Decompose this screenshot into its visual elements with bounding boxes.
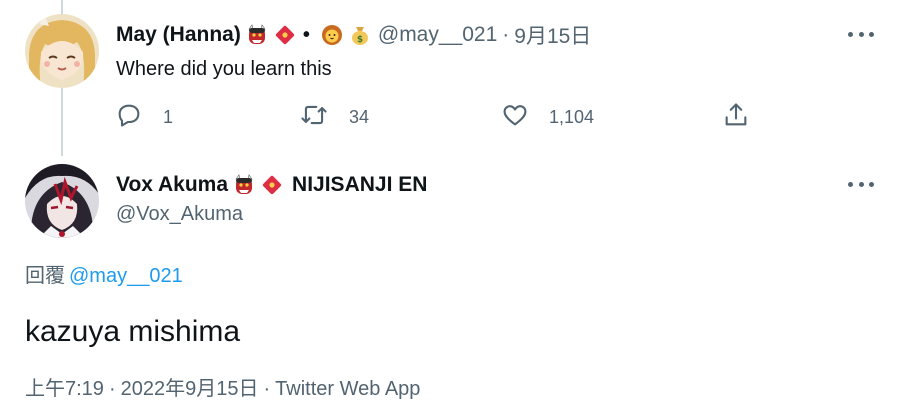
reply-tweet-header: May (Hanna) • $ @may__021 · 9月15日: [116, 20, 591, 50]
replying-to: 回覆 @may__021: [25, 262, 183, 290]
name-bullet: •: [302, 23, 310, 46]
lion-icon: [320, 23, 344, 47]
reply-count: 1: [163, 106, 174, 127]
red-envelope-icon: [273, 23, 297, 47]
more-options-icon[interactable]: [848, 179, 874, 189]
like-button[interactable]: 1,104: [501, 100, 594, 134]
avatar[interactable]: [25, 14, 99, 88]
tweet-time[interactable]: 上午7:19: [25, 378, 104, 400]
share-icon: [722, 101, 750, 134]
share-button[interactable]: [722, 100, 750, 134]
avatar[interactable]: [25, 164, 99, 238]
retweet-button[interactable]: 34: [299, 100, 369, 134]
tweet-date[interactable]: 2022年9月15日: [121, 378, 259, 400]
meta-separator: ·: [263, 378, 271, 400]
tweet-date[interactable]: 9月15日: [514, 20, 591, 50]
reply-button[interactable]: 1: [115, 100, 173, 134]
money-bag-icon: $: [348, 23, 372, 47]
replying-to-mention[interactable]: @may__021: [69, 265, 183, 287]
tweet-source[interactable]: Twitter Web App: [275, 378, 420, 400]
author-name[interactable]: Vox Akuma: [116, 173, 228, 197]
author-handle[interactable]: @Vox_Akuma: [116, 200, 243, 228]
author-org: NIJISANJI EN: [292, 173, 428, 196]
more-options-icon[interactable]: [848, 29, 874, 39]
main-tweet-header: Vox Akuma NIJISANJI EN: [116, 170, 427, 200]
heart-icon: [501, 101, 529, 134]
retweet-icon: [299, 101, 329, 134]
main-tweet-text: kazuya mishima: [25, 315, 241, 348]
like-count: 1,104: [549, 106, 595, 127]
tweet-metadata: 上午7:19 · 2022年9月15日 · Twitter Web App: [25, 375, 420, 403]
meta-separator: ·: [108, 378, 116, 400]
date-separator: ·: [502, 23, 510, 46]
ogre-icon: [245, 23, 269, 47]
author-name[interactable]: May (Hanna): [116, 23, 241, 47]
svg-text:$: $: [357, 35, 363, 45]
ogre-icon: [232, 173, 256, 197]
reply-icon: [115, 101, 143, 134]
red-envelope-icon: [260, 173, 284, 197]
retweet-count: 34: [349, 106, 370, 127]
author-handle[interactable]: @may__021: [378, 23, 497, 47]
reply-tweet-text: Where did you learn this: [116, 58, 332, 80]
replying-to-prefix: 回覆: [25, 265, 65, 287]
